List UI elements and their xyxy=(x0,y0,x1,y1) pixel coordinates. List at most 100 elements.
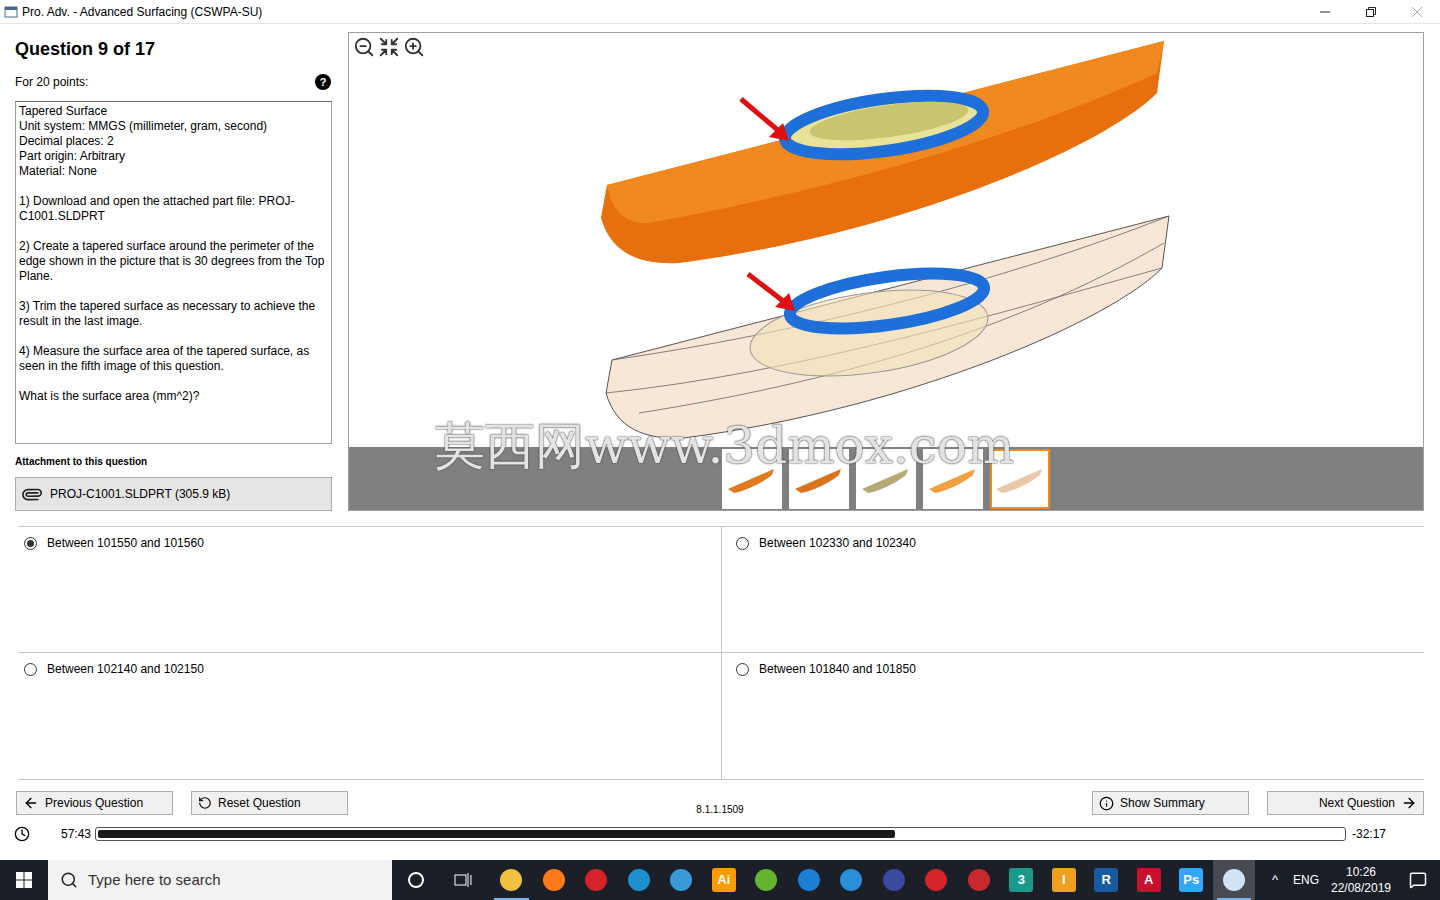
taskbar-app[interactable] xyxy=(575,860,618,900)
taskbar-app[interactable]: A xyxy=(1128,860,1171,900)
taskbar-app[interactable] xyxy=(745,860,788,900)
question-line: 4) Measure the surface area of the taper… xyxy=(19,344,328,374)
taskbar-app[interactable]: 3 xyxy=(1000,860,1043,900)
question-line: Material: None xyxy=(19,164,328,179)
watermark: 莫西网www.3dmox.com xyxy=(435,416,1014,476)
thumbnail-image xyxy=(994,459,1046,499)
minimize-icon xyxy=(1320,7,1330,17)
attachment-button[interactable]: PROJ-C1001.SLDPRT (305.9 kB) xyxy=(15,477,332,511)
answer-option[interactable]: Between 101840 and 101850 xyxy=(722,653,1424,779)
attachment-label: Attachment to this question xyxy=(15,456,332,468)
restore-button[interactable] xyxy=(1348,0,1394,24)
search-icon xyxy=(60,871,78,889)
app-icon xyxy=(968,869,990,891)
reset-button[interactable]: Reset Question xyxy=(191,791,348,815)
taskbar-app[interactable] xyxy=(958,860,1001,900)
app-glyph: Ps xyxy=(1179,868,1203,892)
taskbar-app[interactable] xyxy=(830,860,873,900)
answer-option[interactable]: Between 102330 and 102340 xyxy=(722,527,1424,653)
taskbar-app[interactable] xyxy=(873,860,916,900)
version-label: 8.1.1.1509 xyxy=(696,804,743,816)
taskbar-app[interactable]: R xyxy=(1085,860,1128,900)
taskbar-app[interactable] xyxy=(490,860,533,900)
language-indicator[interactable]: ENG xyxy=(1286,871,1326,889)
restore-icon xyxy=(1366,7,1376,17)
points-row: For 20 points:? xyxy=(15,74,332,90)
info-icon xyxy=(1099,796,1114,811)
taskbar-app[interactable] xyxy=(788,860,831,900)
screen: Pro. Adv. - Advanced Surfacing (CSWPA-SU… xyxy=(0,0,1440,900)
app-icon xyxy=(925,869,947,891)
summary-button[interactable]: Show Summary xyxy=(1092,791,1249,815)
thumbnail[interactable] xyxy=(856,449,916,509)
taskbar-app[interactable] xyxy=(660,860,703,900)
question-heading: Question 9 of 17 xyxy=(15,37,332,61)
taskbar-app[interactable] xyxy=(533,860,576,900)
close-button[interactable] xyxy=(1394,0,1440,24)
image-viewer: 莫西网www.3dmox.com xyxy=(348,32,1424,511)
answer-option[interactable]: Between 102140 and 102150 xyxy=(18,653,722,779)
close-icon xyxy=(1412,7,1422,17)
open-indicator xyxy=(494,898,529,900)
time-progress-fill xyxy=(98,830,895,838)
thumbnail[interactable] xyxy=(722,449,782,509)
previous-label: Previous Question xyxy=(45,794,143,812)
app-icon xyxy=(628,869,650,891)
help-button[interactable]: ? xyxy=(315,74,331,90)
app-icon xyxy=(4,5,18,19)
notification-button[interactable] xyxy=(1396,860,1440,900)
search-placeholder: Type here to search xyxy=(88,869,221,892)
thumbnail-strip xyxy=(349,447,1423,510)
thumbnail[interactable] xyxy=(789,449,849,509)
app-icon xyxy=(755,869,777,891)
radio-button[interactable] xyxy=(736,537,749,550)
question-panel: Question 9 of 17 For 20 points:? Tapered S… xyxy=(15,32,332,511)
task-view-icon xyxy=(454,872,472,888)
search-box[interactable]: Type here to search xyxy=(48,860,392,900)
arrow-right-icon xyxy=(1401,795,1417,811)
clock[interactable]: 10:2622/08/2019 xyxy=(1326,864,1396,896)
nav-row: Previous Question Reset Question 8.1.1.150… xyxy=(16,791,1424,815)
elapsed-time: 57:43 xyxy=(61,825,95,843)
app-glyph: R xyxy=(1094,868,1118,892)
radio-button[interactable] xyxy=(736,663,749,676)
zoom-in-icon[interactable] xyxy=(403,36,425,58)
thumbnail[interactable] xyxy=(990,449,1050,509)
answer-text: Between 102140 and 102150 xyxy=(47,661,204,677)
taskbar-app[interactable]: I xyxy=(1043,860,1086,900)
question-text-box: Tapered SurfaceUnit system: MMGS (millim… xyxy=(15,101,332,444)
cortana-button[interactable] xyxy=(392,860,439,900)
kayak-render xyxy=(349,33,1423,447)
zoom-out-icon[interactable] xyxy=(353,36,375,58)
question-paragraph: 3) Trim the tapered surface as necessary… xyxy=(19,299,328,329)
answer-text: Between 102330 and 102340 xyxy=(759,535,916,551)
taskbar-app[interactable] xyxy=(1213,860,1256,900)
start-button[interactable] xyxy=(0,860,48,900)
taskbar-app[interactable]: Ai xyxy=(703,860,746,900)
previous-button[interactable]: Previous Question xyxy=(16,791,173,815)
remaining-time: -32:17 xyxy=(1352,825,1424,843)
clock-time: 10:26 xyxy=(1346,864,1376,880)
thumbnail-image xyxy=(860,459,912,499)
question-line: 2) Create a tapered surface around the p… xyxy=(19,239,328,284)
app-glyph: 3 xyxy=(1009,868,1033,892)
taskbar-app[interactable]: Ps xyxy=(1170,860,1213,900)
task-view-button[interactable] xyxy=(439,860,486,900)
tray-chevron[interactable]: ^ xyxy=(1264,870,1286,890)
next-button[interactable]: Next Question xyxy=(1267,791,1424,815)
app-glyph: I xyxy=(1052,868,1076,892)
taskbar-app[interactable] xyxy=(915,860,958,900)
answer-option[interactable]: Between 101550 and 101560 xyxy=(18,527,722,653)
radio-button[interactable] xyxy=(24,663,37,676)
question-line: Part origin: Arbitrary xyxy=(19,149,328,164)
notification-icon xyxy=(1409,871,1427,889)
top-row: Question 9 of 17 For 20 points:? Tapered S… xyxy=(0,24,1440,511)
thumbnail[interactable] xyxy=(923,449,983,509)
minimize-button[interactable] xyxy=(1302,0,1348,24)
fit-icon[interactable] xyxy=(378,36,400,58)
cortana-icon xyxy=(407,871,425,889)
main-area: Question 9 of 17 For 20 points:? Tapered S… xyxy=(0,24,1440,860)
radio-button[interactable] xyxy=(24,537,37,550)
taskbar-app[interactable] xyxy=(618,860,661,900)
windows-icon xyxy=(16,872,32,888)
